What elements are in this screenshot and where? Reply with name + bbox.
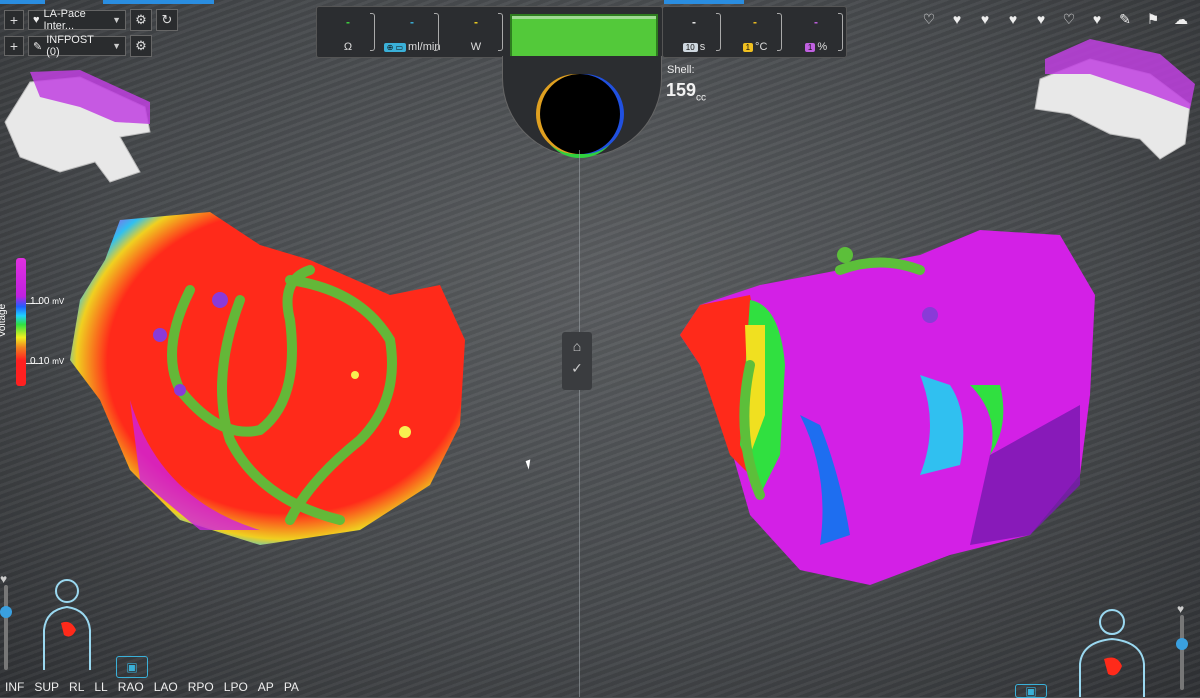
shell-volume: 159cc xyxy=(666,80,706,104)
tab-indicator-2[interactable] xyxy=(103,0,214,4)
temp-unit: °C xyxy=(755,41,768,53)
shell-label: Shell: xyxy=(667,64,695,76)
temp-chip: 1 xyxy=(742,43,754,52)
bracket xyxy=(777,13,782,51)
voltage-high-value: 1.00 xyxy=(30,296,50,307)
ablation-readout-strip-right: - 10 s - 1 °C - 1% xyxy=(662,6,847,58)
shell-volume-unit: cc xyxy=(696,92,707,104)
orientation-globe-icon xyxy=(540,74,620,154)
flag-icon[interactable]: ⚑ xyxy=(1142,10,1164,28)
3d-view-cube-icon[interactable]: ▣ xyxy=(116,656,148,678)
cloud-icon[interactable]: ☁ xyxy=(1170,10,1192,28)
view-lpo[interactable]: LPO xyxy=(219,680,253,694)
add-catheter-button[interactable]: + xyxy=(4,36,24,56)
tag-icon[interactable]: ⌂ xyxy=(562,338,592,354)
chevron-down-icon: ▼ xyxy=(112,41,121,51)
heart-add-icon[interactable]: ♥ xyxy=(946,10,968,28)
bracket xyxy=(370,13,375,51)
heart-outline-icon[interactable]: ♡ xyxy=(918,10,940,28)
add-map-button[interactable]: + xyxy=(4,10,24,30)
map-select-2[interactable]: ✎ INFPOST (0) ▼ xyxy=(28,34,126,58)
orientation-model-left xyxy=(4,70,151,183)
voltage-map-right[interactable] xyxy=(670,215,1110,595)
heart-lock-icon[interactable]: ♥ xyxy=(1002,10,1024,28)
heart-icon: ♥ xyxy=(1177,602,1185,616)
time-chip: 10 xyxy=(682,43,698,52)
right-slider-track[interactable] xyxy=(1180,615,1184,690)
map-select-1[interactable]: ♥ LA-Pace Inter... ▼ xyxy=(28,8,126,32)
percent-unit: % xyxy=(817,41,828,53)
time-readout: - 10 s xyxy=(663,7,725,57)
view-ap[interactable]: AP xyxy=(253,680,279,694)
shell-volume-value: 159 xyxy=(666,80,697,100)
split-divider[interactable] xyxy=(579,150,580,697)
bracket xyxy=(838,13,843,51)
view-lao[interactable]: LAO xyxy=(149,680,183,694)
heart-pulse-icon[interactable]: ♥ xyxy=(1086,10,1108,28)
settings-gear-icon[interactable]: ⚙ xyxy=(130,9,152,31)
tab-indicator-3[interactable] xyxy=(664,0,744,4)
tab-indicator-1[interactable] xyxy=(0,0,45,4)
voltage-map-left[interactable] xyxy=(60,200,480,550)
map-row-1: + ♥ LA-Pace Inter... ▼ ⚙ ↻ xyxy=(4,8,178,32)
heart-edit-icon[interactable]: ♥ xyxy=(974,10,996,28)
chevron-down-icon: ▼ xyxy=(112,15,121,25)
voltage-low-value: 0.10 xyxy=(30,356,50,367)
temp-readout: - 1 °C xyxy=(724,7,786,57)
settings-gear-icon[interactable]: ⚙ xyxy=(130,35,152,57)
view-sup[interactable]: SUP xyxy=(29,680,64,694)
view-rao[interactable]: RAO xyxy=(113,680,149,694)
bracket xyxy=(498,13,503,51)
heart-icon: ♥ xyxy=(33,14,40,26)
view-rpo[interactable]: RPO xyxy=(183,680,219,694)
map-select-2-label: INFPOST (0) xyxy=(46,34,94,58)
heart-icon[interactable]: ♡ xyxy=(1058,10,1080,28)
catheter-icon: ✎ xyxy=(33,40,43,53)
body-orientation-right[interactable] xyxy=(1072,604,1152,697)
3d-view-cube-icon-right[interactable]: ▣ xyxy=(1015,684,1047,698)
percent-chip: 1 xyxy=(804,43,816,52)
view-pa[interactable]: PA xyxy=(279,680,304,694)
percent-readout: - 1% xyxy=(785,7,847,57)
view-inf[interactable]: INF xyxy=(0,680,29,694)
map-row-2: + ✎ INFPOST (0) ▼ ⚙ xyxy=(4,34,152,58)
ruler-icon[interactable]: ✎ xyxy=(1114,10,1136,28)
voltage-color-bar xyxy=(16,258,26,386)
impedance-readout: - Ω xyxy=(317,7,379,57)
power-readout: - W xyxy=(445,7,507,57)
map-select-1-label: LA-Pace Inter... xyxy=(43,8,86,32)
time-unit: s xyxy=(699,41,706,53)
refresh-icon[interactable]: ↻ xyxy=(156,9,178,31)
heart-half-icon[interactable]: ♥ xyxy=(1030,10,1052,28)
view-ll[interactable]: LL xyxy=(89,680,112,694)
right-slider-knob[interactable] xyxy=(1176,638,1188,650)
left-slider-knob[interactable] xyxy=(0,606,12,618)
flow-readout: - ⊕ ▭ ml/min xyxy=(381,7,443,57)
heart-icon: ♥ xyxy=(0,572,8,586)
view-rl[interactable]: RL xyxy=(64,680,89,694)
tag-toolbar: ⌂ ✓ xyxy=(562,332,592,390)
left-slider-track[interactable] xyxy=(4,585,8,670)
view-toolbar: ♡ ♥ ♥ ♥ ♥ ♡ ♥ ✎ ⚑ ☁ xyxy=(918,10,1192,28)
flow-chip: ⊕ ▭ xyxy=(383,43,407,52)
bracket xyxy=(434,13,439,51)
voltage-scale-label: Voltage xyxy=(0,303,9,338)
view-preset-bar: INF SUP RL LL RAO LAO RPO LPO AP PA xyxy=(0,680,304,694)
tag-check-icon[interactable]: ✓ xyxy=(562,360,592,377)
orientation-model-right xyxy=(1034,39,1195,160)
bracket xyxy=(716,13,721,51)
body-orientation-left[interactable] xyxy=(36,575,98,670)
